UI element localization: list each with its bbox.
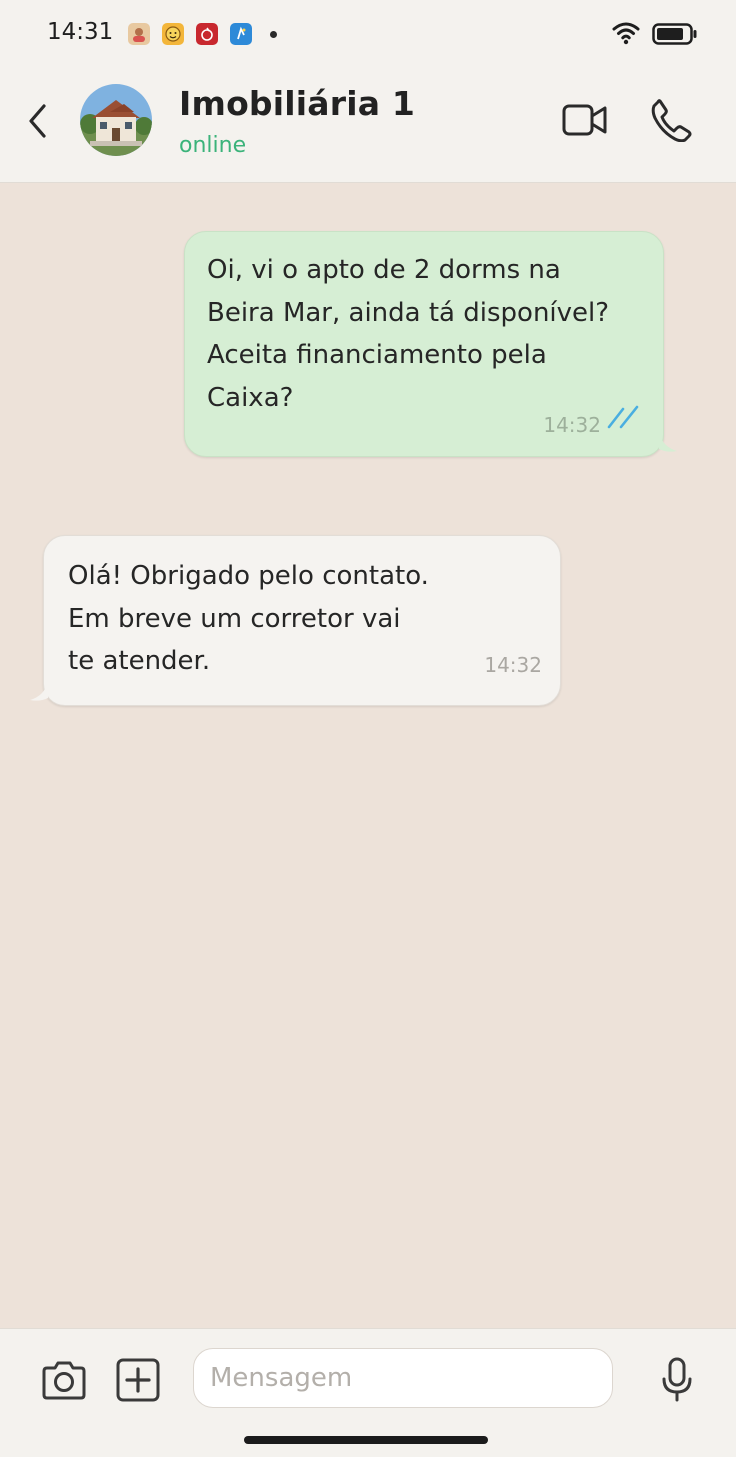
- top-bar: 14:31 Imobiliária 1 online: [0, 0, 736, 183]
- message-time: 14:32: [484, 652, 542, 677]
- video-camera-icon: [562, 104, 607, 136]
- red-app-icon: [196, 23, 218, 45]
- bubble-tail: [659, 433, 677, 452]
- voice-call-button[interactable]: [650, 98, 692, 146]
- camera-icon: [42, 1361, 86, 1400]
- composer-bar: [0, 1328, 736, 1457]
- home-indicator[interactable]: [244, 1436, 488, 1444]
- blue-app-icon: [230, 23, 252, 45]
- video-call-button[interactable]: [562, 100, 608, 144]
- contact-name[interactable]: Imobiliária 1: [179, 84, 415, 123]
- camera-button[interactable]: [40, 1359, 88, 1405]
- microphone-icon: [662, 1357, 692, 1402]
- contact-avatar[interactable]: [80, 84, 152, 156]
- battery-icon: [652, 23, 698, 49]
- message-outgoing[interactable]: Oi, vi o apto de 2 dorms na Beira Mar, a…: [184, 231, 677, 457]
- contact-status: online: [179, 133, 247, 158]
- back-button[interactable]: [26, 103, 52, 143]
- message-time: 14:32: [543, 412, 601, 437]
- house-avatar-icon: [80, 84, 152, 156]
- photo-app-icon: [128, 23, 150, 45]
- message-input[interactable]: [193, 1348, 613, 1408]
- emoji-app-icon: [162, 23, 184, 45]
- wifi-icon: [612, 21, 640, 49]
- more-notifications-dot: [270, 31, 277, 38]
- attach-button[interactable]: [115, 1357, 161, 1407]
- message-incoming[interactable]: Olá! Obrigado pelo contato. Em breve um …: [30, 535, 561, 706]
- double-check-read-icon: [607, 400, 647, 443]
- chevron-left-icon: [29, 104, 46, 138]
- phone-icon: [651, 99, 692, 143]
- message-text: Oi, vi o apto de 2 dorms na Beira Mar, a…: [207, 255, 610, 413]
- bubble-tail: [30, 682, 48, 701]
- status-time: 14:31: [47, 19, 114, 45]
- voice-message-button[interactable]: [660, 1357, 694, 1407]
- message-text: Olá! Obrigado pelo contato. Em breve um …: [68, 561, 429, 676]
- plus-square-icon: [116, 1358, 160, 1402]
